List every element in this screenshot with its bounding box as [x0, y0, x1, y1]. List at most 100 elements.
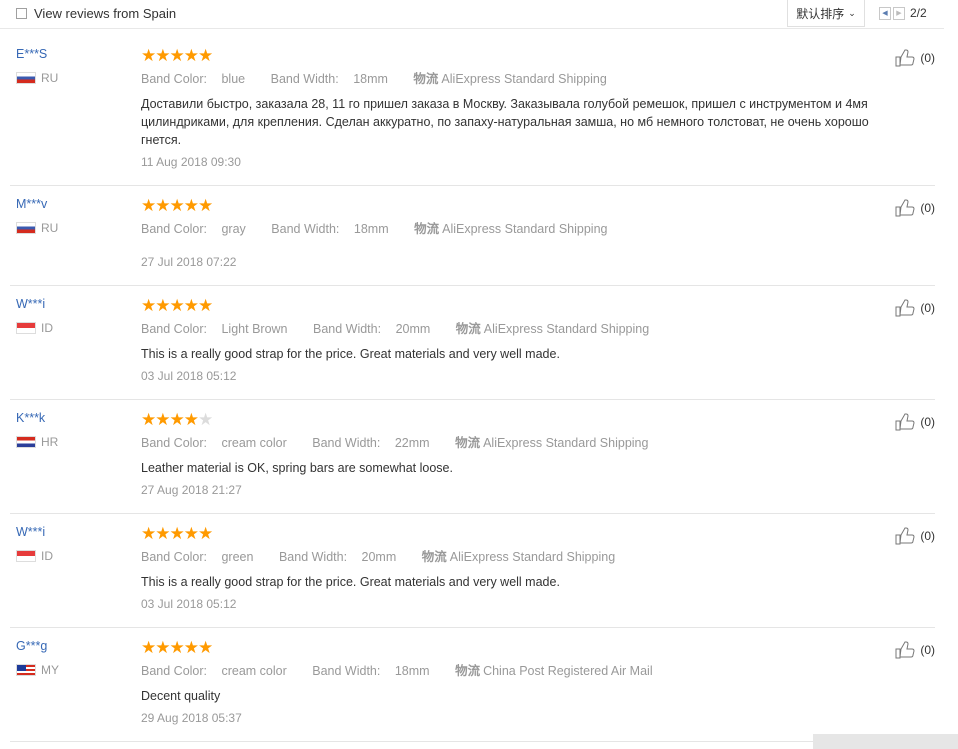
band-color: Band Color: cream color	[141, 664, 287, 678]
review-text: Leather material is OK, spring bars are …	[141, 461, 453, 475]
star-filled-icon: ★	[198, 295, 213, 315]
order-attributes: Band Color: green Band Width: 20mm 物流 Ali…	[141, 546, 901, 565]
reviewer-name[interactable]: K***k	[16, 411, 58, 425]
review-item: W***i ID ★ ★ ★ ★ ★ Band Color: green Band Wi…	[10, 514, 935, 628]
helpful-button[interactable]: (0)	[895, 199, 935, 217]
helpful-button[interactable]: (0)	[895, 527, 935, 545]
helpful-button[interactable]: (0)	[895, 413, 935, 431]
review-item: G***g MY ★ ★ ★ ★ ★ Band Color: cream color B…	[10, 628, 935, 742]
star-filled-icon: ★	[183, 637, 199, 657]
thumbs-up-icon	[895, 199, 915, 217]
sort-label: 默认排序	[796, 6, 845, 21]
helpful-count: (0)	[920, 201, 935, 215]
order-attributes: Band Color: cream color Band Width: 18mm…	[141, 660, 901, 679]
band-width: Band Width: 18mm	[312, 664, 430, 678]
star-filled-icon: ★	[169, 45, 185, 65]
country-code: HR	[41, 435, 59, 449]
reviewer-name[interactable]: M***v	[16, 197, 58, 211]
star-filled-icon: ★	[198, 523, 213, 543]
prev-page-button[interactable]: ◀	[879, 6, 891, 20]
shipping-method: 物流 AliExpress Standard Shipping	[421, 550, 616, 564]
reviewer-country: ID	[16, 549, 53, 563]
band-width: Band Width: 18mm	[270, 72, 388, 86]
band-color: Band Color: gray	[141, 222, 246, 236]
helpful-count: (0)	[920, 643, 935, 657]
flag-ru-icon	[16, 72, 36, 84]
reviewer-name[interactable]: E***S	[16, 47, 58, 61]
feedback-tab[interactable]	[813, 734, 958, 749]
reviewer-country: RU	[16, 221, 58, 235]
page-indicator: 2/2	[910, 6, 927, 20]
order-attributes: Band Color: blue Band Width: 18mm 物流 AliE…	[141, 68, 901, 87]
review-content: ★ ★ ★ ★ ★ Band Color: gray Band Width: 18mm …	[141, 186, 901, 285]
thumbs-up-icon	[895, 413, 915, 431]
flag-my-icon	[16, 664, 36, 676]
order-attributes: Band Color: Light Brown Band Width: 20mm…	[141, 318, 901, 337]
star-filled-icon: ★	[183, 409, 199, 429]
helpful-count: (0)	[920, 415, 935, 429]
star-filled-icon: ★	[198, 195, 213, 215]
reviewer-country: RU	[16, 71, 58, 85]
review-item: K***k HR ★ ★ ★ ★ ★ Band Color: cream color B…	[10, 400, 935, 514]
star-filled-icon: ★	[141, 637, 156, 657]
star-filled-icon: ★	[183, 195, 199, 215]
review-text: This is a really good strap for the pric…	[141, 347, 560, 361]
helpful-button[interactable]: (0)	[895, 641, 935, 659]
band-color: Band Color: cream color	[141, 436, 287, 450]
country-code: ID	[41, 321, 53, 335]
country-code: ID	[41, 549, 53, 563]
star-filled-icon: ★	[198, 637, 213, 657]
band-color: Band Color: green	[141, 550, 254, 564]
country-code: MY	[41, 663, 59, 677]
review-text: Доставили быстро, заказала 28, 11 го при…	[141, 97, 869, 147]
review-text: Decent quality	[141, 689, 221, 703]
review-content: ★ ★ ★ ★ ★ Band Color: blue Band Width: 18mm …	[141, 36, 901, 185]
country-code: RU	[41, 71, 59, 85]
reviewer-name[interactable]: W***i	[16, 297, 53, 311]
reviewer-info: K***k HR	[16, 411, 58, 449]
reviewer-info: W***i ID	[16, 297, 53, 335]
star-filled-icon: ★	[141, 195, 156, 215]
star-filled-icon: ★	[141, 45, 156, 65]
spain-filter-checkbox[interactable]	[16, 8, 27, 19]
review-date: 11 Aug 2018 09:30	[141, 155, 241, 169]
helpful-button[interactable]: (0)	[895, 299, 935, 317]
reviewer-info: W***i ID	[16, 525, 53, 563]
reviewer-name[interactable]: G***g	[16, 639, 59, 653]
star-filled-icon: ★	[169, 195, 185, 215]
shipping-method: 物流 AliExpress Standard Shipping	[455, 322, 650, 336]
star-filled-icon: ★	[169, 409, 185, 429]
review-date: 03 Jul 2018 05:12	[141, 369, 237, 383]
pagination: ◀ ▶ 2/2	[879, 6, 927, 20]
helpful-button[interactable]: (0)	[895, 49, 935, 67]
band-color: Band Color: Light Brown	[141, 322, 288, 336]
flag-id-icon	[16, 322, 36, 334]
thumbs-up-icon	[895, 641, 915, 659]
next-page-button[interactable]: ▶	[893, 6, 905, 20]
review-date: 27 Aug 2018 21:27	[141, 483, 242, 497]
band-width: Band Width: 18mm	[271, 222, 389, 236]
band-width: Band Width: 20mm	[312, 322, 431, 336]
thumbs-up-icon	[895, 49, 915, 67]
order-attributes: Band Color: cream color Band Width: 22mm…	[141, 432, 901, 451]
star-filled-icon: ★	[155, 195, 170, 215]
review-date: 03 Jul 2018 05:12	[141, 597, 237, 611]
reviewer-name[interactable]: W***i	[16, 525, 53, 539]
review-item: W***i ID ★ ★ ★ ★ ★ Band Color: Light Brown B…	[10, 286, 935, 400]
star-empty-icon: ★	[198, 409, 213, 429]
star-filled-icon: ★	[169, 523, 185, 543]
star-rating: ★ ★ ★ ★ ★	[141, 638, 901, 656]
flag-ru-icon	[16, 222, 36, 234]
sort-dropdown[interactable]: 默认排序 ⌄	[787, 0, 865, 27]
country-code: RU	[41, 221, 59, 235]
reviewer-country: MY	[16, 663, 59, 677]
flag-hr-icon	[16, 436, 36, 448]
star-rating: ★ ★ ★ ★ ★	[141, 410, 901, 428]
reviewer-country: HR	[16, 435, 58, 449]
helpful-count: (0)	[920, 51, 935, 65]
shipping-method: 物流 China Post Registered Air Mail	[455, 664, 653, 678]
review-content: ★ ★ ★ ★ ★ Band Color: cream color Band Width…	[141, 400, 901, 513]
spain-filter[interactable]: View reviews from Spain	[16, 6, 176, 21]
helpful-count: (0)	[920, 529, 935, 543]
review-list: E***S RU ★ ★ ★ ★ ★ Band Color: blue Band Wid…	[0, 36, 944, 742]
